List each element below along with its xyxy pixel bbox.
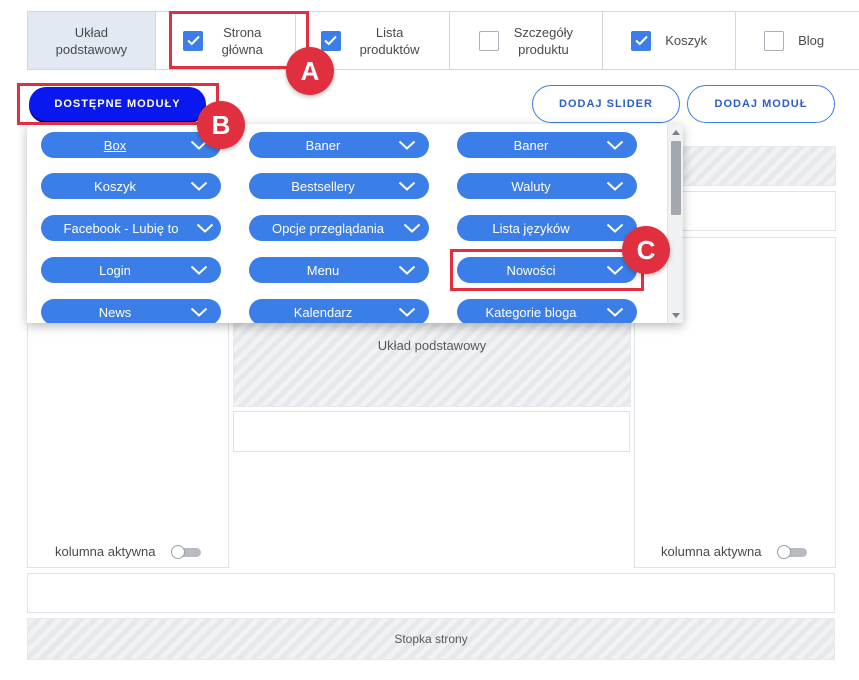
footer-label: Stopka strony	[394, 632, 468, 646]
modules-scrollbar[interactable]	[667, 124, 683, 323]
chevron-down-icon[interactable]	[177, 257, 221, 283]
module-label: Waluty	[511, 178, 551, 194]
module-label: Baner	[305, 137, 341, 153]
right-column-toggle: kolumna aktywna	[661, 544, 808, 559]
annotation-badge-b: B	[197, 101, 245, 149]
module-label: Opcje przeglądania	[271, 220, 385, 236]
chevron-down-icon[interactable]	[593, 299, 637, 323]
module-label: Koszyk	[94, 178, 136, 194]
module-label: Nowości	[506, 262, 556, 278]
module-menu[interactable]: Menu	[249, 257, 429, 283]
center-layout-area: Układ podstawowy	[233, 317, 631, 407]
page-type-tabs: Układ podstawowy Strona główna Lista pro…	[27, 11, 859, 70]
module-login[interactable]: Login	[41, 257, 221, 283]
chevron-down-icon[interactable]	[593, 132, 637, 158]
footer-area: Stopka strony	[27, 618, 835, 660]
module-news[interactable]: News	[41, 299, 221, 323]
add-slider-button[interactable]: DODAJ SLIDER	[532, 85, 680, 123]
add-module-button[interactable]: DODAJ MODUŁ	[687, 85, 835, 123]
tab-home-page-label: Strona główna	[221, 24, 263, 57]
module-waluty[interactable]: Waluty	[457, 173, 637, 199]
annotation-badge-a: A	[286, 47, 334, 95]
check-icon	[187, 35, 200, 46]
scroll-down-icon[interactable]	[668, 308, 683, 322]
blog-checkbox[interactable]	[764, 30, 785, 51]
chevron-down-icon[interactable]	[395, 215, 429, 241]
available-modules-panel: Box Koszyk Facebook - Lubię to Login New…	[27, 124, 683, 323]
module-facebook[interactable]: Facebook - Lubię to	[41, 215, 221, 241]
tab-product-list-label: Lista produktów	[359, 24, 420, 57]
left-column-toggle-label: kolumna aktywna	[55, 544, 156, 559]
center-layout-label: Układ podstawowy	[377, 338, 487, 353]
module-kalendarz[interactable]: Kalendarz	[249, 299, 429, 323]
tab-base-layout[interactable]: Układ podstawowy	[28, 12, 156, 69]
module-label: Box	[103, 137, 127, 153]
module-bestsellery[interactable]: Bestsellery	[249, 173, 429, 199]
chevron-down-icon[interactable]	[593, 173, 637, 199]
available-modules-button[interactable]: DOSTĘPNE MODUŁY	[29, 87, 206, 121]
tab-cart-label: Koszyk	[665, 33, 708, 48]
module-baner-2[interactable]: Baner	[457, 132, 637, 158]
product-details-checkbox[interactable]	[479, 30, 500, 51]
tab-blog-label: Blog	[798, 33, 825, 48]
chevron-down-icon[interactable]	[385, 257, 429, 283]
chevron-down-icon[interactable]	[177, 299, 221, 323]
module-label: Bestsellery	[291, 178, 355, 194]
tab-base-layout-label: Układ podstawowy	[55, 24, 128, 57]
chevron-down-icon[interactable]	[189, 215, 221, 241]
chevron-down-icon[interactable]	[177, 173, 221, 199]
chevron-down-icon[interactable]	[385, 299, 429, 323]
scrollbar-thumb[interactable]	[671, 141, 681, 215]
module-label: Kategorie bloga	[485, 304, 577, 320]
module-label: Lista języków	[492, 220, 570, 236]
module-label: Login	[99, 262, 131, 278]
chevron-down-icon[interactable]	[385, 173, 429, 199]
module-koszyk[interactable]: Koszyk	[41, 173, 221, 199]
chevron-down-icon[interactable]	[385, 132, 429, 158]
tab-product-details-label: Szczegóły produktu	[513, 24, 574, 57]
module-label: Facebook - Lubię to	[63, 220, 179, 236]
module-baner[interactable]: Baner	[249, 132, 429, 158]
check-icon	[324, 35, 337, 46]
module-label: Menu	[306, 262, 340, 278]
tab-product-details[interactable]: Szczegóły produktu	[450, 12, 604, 69]
module-label: Baner	[513, 137, 549, 153]
check-icon	[635, 35, 648, 46]
annotation-badge-c: C	[622, 226, 670, 274]
right-column-switch[interactable]	[777, 544, 808, 559]
module-label: News	[98, 304, 132, 320]
right-column-toggle-label: kolumna aktywna	[661, 544, 762, 559]
module-lista-jezykow[interactable]: Lista języków	[457, 215, 637, 241]
tab-cart[interactable]: Koszyk	[603, 12, 737, 69]
home-page-checkbox[interactable]	[183, 30, 204, 51]
left-column-toggle: kolumna aktywna	[55, 544, 202, 559]
tab-home-page[interactable]: Strona główna	[156, 12, 296, 69]
scroll-up-icon[interactable]	[668, 125, 683, 139]
center-empty-slot	[233, 411, 630, 452]
module-label: Kalendarz	[293, 304, 353, 320]
module-opcje-przegladania[interactable]: Opcje przeglądania	[249, 215, 429, 241]
module-nowosci[interactable]: Nowości	[457, 257, 637, 283]
left-column-switch[interactable]	[171, 544, 202, 559]
module-box[interactable]: Box	[41, 132, 221, 158]
tab-blog[interactable]: Blog	[736, 12, 859, 69]
cart-checkbox[interactable]	[631, 30, 652, 51]
footer-empty-slot	[27, 573, 835, 613]
module-kategorie-bloga[interactable]: Kategorie bloga	[457, 299, 637, 323]
product-list-checkbox[interactable]	[320, 30, 341, 51]
